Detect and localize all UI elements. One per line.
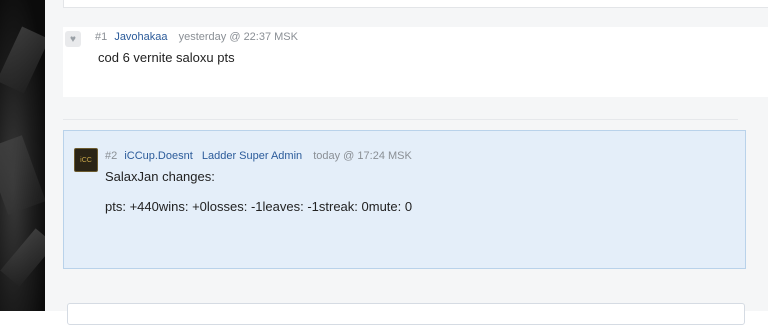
comment-2-line-2: pts: +440wins: +0losses: -1leaves: -1str… — [105, 199, 413, 214]
comment-1-text: cod 6 vernite saloxu pts — [98, 50, 235, 65]
comment-author-link[interactable]: iCCup.Doesnt — [124, 150, 192, 162]
comment-1: ♥ #1 Javohakaa yesterday @ 22:37 MSK cod… — [63, 27, 768, 97]
comment-timestamp: today @ 17:24 MSK — [313, 150, 412, 162]
comment-timestamp: yesterday @ 22:37 MSK — [178, 31, 298, 43]
comment-2-line-1: SalaxJan changes: — [105, 169, 215, 184]
comment-divider — [63, 119, 738, 120]
comment-number: #2 — [105, 150, 118, 162]
comment-2-highlighted: iCC #2 iCCup.Doesnt Ladder Super Admin t… — [63, 130, 746, 269]
comment-author-role: Ladder Super Admin — [201, 150, 303, 162]
comment-2-meta: #2 iCCup.Doesnt Ladder Super Admin today… — [105, 150, 412, 162]
heart-icon[interactable]: ♥ — [65, 31, 81, 47]
side-background-art — [0, 0, 45, 311]
user-avatar-icon[interactable]: iCC — [74, 148, 98, 172]
comment-author-link[interactable]: Javohakaa — [114, 31, 167, 43]
comment-number: #1 — [95, 31, 108, 43]
comment-1-meta: #1 Javohakaa yesterday @ 22:37 MSK — [95, 31, 298, 43]
reply-box[interactable] — [67, 303, 745, 325]
comments-area: ♥ #1 Javohakaa yesterday @ 22:37 MSK cod… — [45, 0, 768, 325]
previous-card — [63, 0, 768, 8]
